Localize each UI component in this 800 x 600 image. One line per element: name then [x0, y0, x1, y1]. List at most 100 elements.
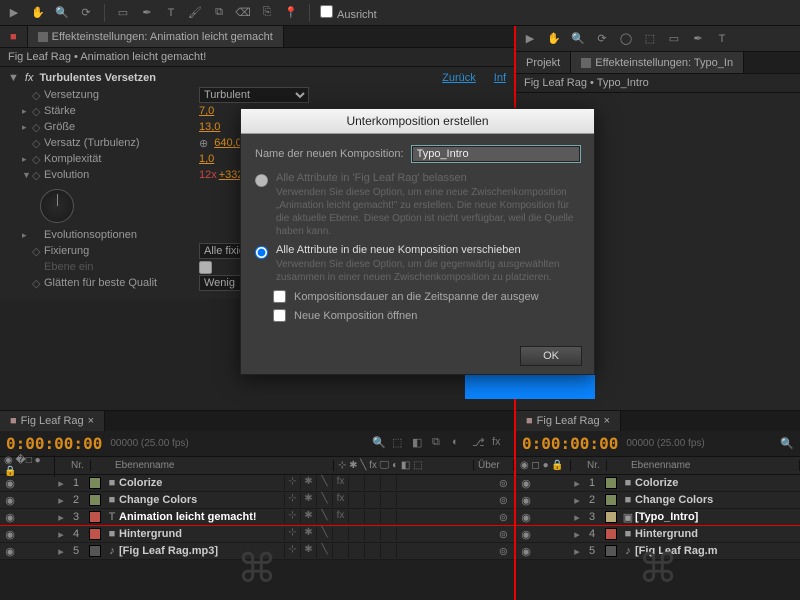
parent-pickwhip-icon[interactable]: ⊚ — [499, 511, 508, 524]
clone-tool-icon[interactable]: ⎘ — [259, 5, 275, 21]
selection-tool-icon[interactable]: ▶ — [522, 31, 538, 47]
draft3d-icon[interactable]: ◧ — [412, 436, 428, 452]
complexity-value[interactable]: 1,0 — [199, 153, 214, 165]
label-color[interactable] — [89, 494, 101, 506]
disclosure-icon[interactable]: ▸ — [22, 106, 32, 117]
selection-tool-icon[interactable]: ▶ — [6, 5, 22, 21]
fx-switch-icon[interactable]: fx — [492, 436, 508, 452]
check-open-new-comp[interactable]: Neue Komposition öffnen — [273, 309, 580, 322]
pen-tool-icon[interactable]: ✒ — [690, 31, 706, 47]
disclosure-icon[interactable]: ▸ — [55, 477, 67, 490]
disclosure-icon[interactable]: ▸ — [22, 230, 32, 241]
label-color[interactable] — [605, 528, 617, 540]
disclosure-icon[interactable]: ▸ — [571, 494, 583, 507]
timeline-tab[interactable]: ■ Fig Leaf Rag × — [0, 411, 105, 431]
search-icon[interactable]: 🔍 — [372, 436, 388, 452]
hand-tool-icon[interactable]: ✋ — [546, 31, 562, 47]
eye-icon[interactable]: ◉ — [4, 545, 16, 558]
stopwatch-icon[interactable]: ◇ — [32, 245, 42, 258]
eye-icon[interactable]: ◉ — [4, 528, 16, 541]
brush-tool-icon[interactable]: 🖌 — [187, 5, 203, 21]
pan-tool-icon[interactable]: ⬚ — [642, 31, 658, 47]
rotate-tool-icon[interactable]: ⟳ — [78, 5, 94, 21]
tab-project[interactable]: Projekt — [516, 52, 571, 73]
label-color[interactable] — [89, 477, 101, 489]
parent-pickwhip-icon[interactable]: ⊚ — [499, 528, 508, 541]
stopwatch-icon[interactable]: ◇ — [32, 121, 42, 134]
disclosure-icon[interactable]: ▸ — [22, 122, 32, 133]
stopwatch-icon[interactable]: ◇ — [32, 105, 42, 118]
eraser-tool-icon[interactable]: ⌫ — [235, 5, 251, 21]
text-tool-icon[interactable]: T — [163, 5, 179, 21]
zoom-tool-icon[interactable]: 🔍 — [570, 31, 586, 47]
disclosure-icon[interactable]: ▸ — [571, 528, 583, 541]
ok-button[interactable]: OK — [520, 346, 582, 366]
rect-tool-icon[interactable]: ▭ — [666, 31, 682, 47]
camera-tool-icon[interactable]: ◯ — [618, 31, 634, 47]
size-value[interactable]: 13,0 — [199, 121, 220, 133]
layer-row[interactable]: ◉▸3TAnimation leicht gemacht!⊹✱╲fx⊚ — [0, 509, 514, 526]
zoom-tool-icon[interactable]: 🔍 — [54, 5, 70, 21]
tab-effect-controls-right[interactable]: Effekteinstellungen: Typo_In — [571, 52, 744, 73]
displacement-select[interactable]: Turbulent — [199, 87, 309, 103]
label-color[interactable] — [605, 477, 617, 489]
rotate-tool-icon[interactable]: ⟳ — [594, 31, 610, 47]
layer-row[interactable]: ◉▸1■Colorize⊹✱╲fx⊚ — [0, 475, 514, 492]
disclosure-icon[interactable]: ▸ — [55, 494, 67, 507]
disclosure-icon[interactable]: ▼ — [8, 72, 19, 84]
disclosure-icon[interactable]: ▸ — [55, 528, 67, 541]
timeline-tab[interactable]: ■ Fig Leaf Rag × — [516, 411, 621, 431]
pen-tool-icon[interactable]: ✒ — [139, 5, 155, 21]
disclosure-icon[interactable]: ▸ — [571, 477, 583, 490]
stopwatch-icon[interactable]: ◇ — [32, 89, 42, 102]
layer-name[interactable]: Hintergrund — [635, 528, 800, 540]
search-icon[interactable]: 🔍 — [780, 437, 794, 450]
info-link[interactable]: Inf — [494, 72, 506, 84]
layer-row[interactable]: ◉▸1■Colorize — [516, 475, 800, 492]
reset-link[interactable]: Zurück — [442, 72, 476, 84]
option-move-attributes[interactable]: Alle Attribute in die neue Komposition v… — [255, 244, 580, 284]
disclosure-icon[interactable]: ▼ — [22, 170, 32, 180]
eye-icon[interactable]: ◉ — [4, 477, 16, 490]
layer-name[interactable]: Change Colors — [119, 494, 284, 506]
label-color[interactable] — [89, 545, 101, 557]
eye-icon[interactable]: ◉ — [520, 528, 532, 541]
disclosure-icon[interactable]: ▸ — [571, 511, 583, 524]
eye-icon[interactable]: ◉ — [4, 494, 16, 507]
layer-row[interactable]: ◉▸4■Hintergrund — [516, 526, 800, 543]
stopwatch-icon[interactable]: ◇ — [32, 169, 42, 182]
layer-row[interactable]: ◉▸4■Hintergrund⊹✱╲⊚ — [0, 526, 514, 543]
stopwatch-icon[interactable]: ◇ — [32, 137, 42, 150]
stamp-tool-icon[interactable]: ⧉ — [211, 5, 227, 21]
moblur-icon[interactable]: ◐ — [452, 436, 468, 452]
layer-row[interactable]: ◉▸2■Change Colors — [516, 492, 800, 509]
shy-icon[interactable]: ⬚ — [392, 436, 408, 452]
disclosure-icon[interactable]: ▸ — [22, 154, 32, 165]
layer-row[interactable]: ◉▸2■Change Colors⊹✱╲fx⊚ — [0, 492, 514, 509]
eye-icon[interactable]: ◉ — [520, 545, 532, 558]
layer-row[interactable]: ◉▸3▣[Typo_Intro] — [516, 509, 800, 526]
label-color[interactable] — [89, 511, 101, 523]
frameblend-icon[interactable]: ⧉ — [432, 436, 448, 452]
tab-effect-controls[interactable]: Effekteinstellungen: Animation leicht ge… — [28, 26, 284, 47]
eye-icon[interactable]: ◉ — [520, 494, 532, 507]
pin-tool-icon[interactable]: 📍 — [283, 5, 299, 21]
eye-icon[interactable]: ◉ — [4, 511, 16, 524]
parent-pickwhip-icon[interactable]: ⊚ — [499, 494, 508, 507]
parent-pickwhip-icon[interactable]: ⊚ — [499, 477, 508, 490]
layer-name[interactable]: Colorize — [635, 477, 800, 489]
timecode[interactable]: 0:00:00:00 — [522, 434, 618, 453]
graph-icon[interactable]: ⎇ — [472, 436, 488, 452]
offset-value[interactable]: 640,0 — [214, 137, 242, 149]
label-color[interactable] — [605, 545, 617, 557]
label-color[interactable] — [605, 494, 617, 506]
eye-icon[interactable]: ◉ — [520, 511, 532, 524]
new-comp-name-input[interactable] — [412, 146, 580, 162]
tab-close[interactable]: ■ — [0, 26, 28, 47]
hand-tool-icon[interactable]: ✋ — [30, 5, 46, 21]
disclosure-icon[interactable]: ▸ — [55, 545, 67, 558]
rect-tool-icon[interactable]: ▭ — [115, 5, 131, 21]
layer-name[interactable]: Animation leicht gemacht! — [119, 511, 284, 523]
label-color[interactable] — [605, 511, 617, 523]
stopwatch-icon[interactable]: ◇ — [32, 277, 42, 290]
